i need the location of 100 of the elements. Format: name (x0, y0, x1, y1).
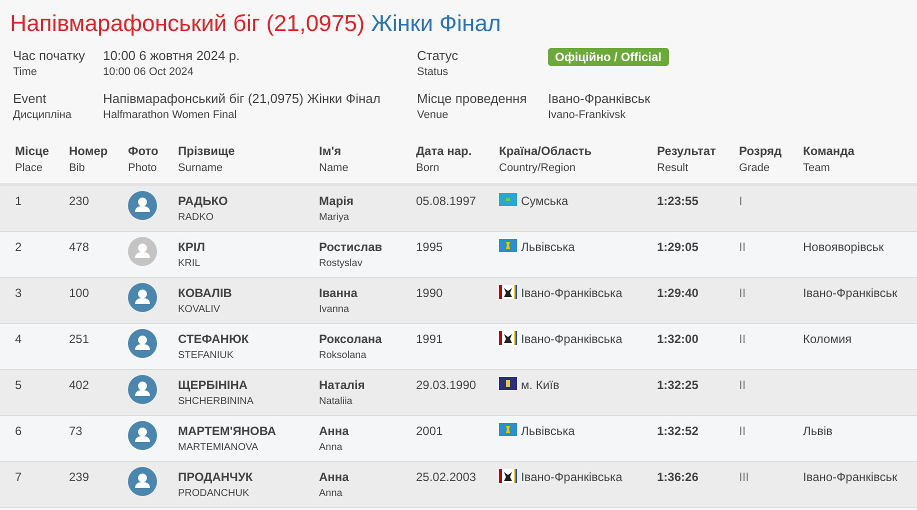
bib-cell: 100 (69, 286, 90, 300)
column-header-en: Country/Region (499, 161, 576, 176)
surname-en-cell-text: MARTEMIANOVA (178, 441, 260, 455)
place-cell: 3 (15, 286, 22, 300)
info-label-en: Time (13, 65, 38, 80)
born-cell: 25.02.2003 (416, 470, 476, 484)
column-header: Дата нар. (416, 143, 473, 159)
place-cell: 4 (15, 332, 22, 346)
result-cell: 1:32:52 (657, 424, 698, 438)
flag-icon (499, 331, 517, 345)
born-cell: 1995 (416, 240, 443, 254)
grade-cell: II (739, 332, 746, 346)
bib-cell: 478 (69, 240, 90, 254)
name-en-cell-text: Roksolana (319, 349, 368, 363)
result-cell: 1:23:55 (657, 194, 698, 208)
place-cell: 6 (15, 424, 22, 438)
status-badge: Офіційно / Official (548, 48, 669, 66)
flag-icon (499, 285, 517, 299)
flag-icon (499, 239, 517, 252)
grade-cell: II (739, 378, 746, 392)
column-header: Ім'я (319, 143, 342, 159)
column-header-en: Grade (739, 161, 771, 176)
place-cell: 2 (15, 240, 22, 254)
team-cell: Новояворівськ (803, 240, 884, 254)
surname-en-cell-text: STEFANIUK (178, 349, 235, 363)
grade-cell: II (739, 424, 746, 438)
bib-cell: 402 (69, 378, 90, 392)
place-cell: 5 (15, 378, 22, 392)
name-en-cell-text: Nataliia (319, 395, 354, 409)
name-en-cell-text: Mariya (319, 211, 350, 225)
surname-cell-text: РАДЬКО (178, 193, 229, 209)
region-cell: Івано-Франківська (521, 331, 622, 347)
surname-cell-text: ПРОДАНЧУК (178, 469, 254, 485)
born-cell: 1990 (416, 286, 443, 300)
surname-en-cell-text: PRODANCHUK (178, 487, 250, 501)
column-header: Фото (128, 143, 160, 159)
result-cell: 1:29:40 (657, 286, 698, 300)
name-cell-text: Наталія (319, 377, 366, 393)
name-en-cell-text: Ivanna (319, 303, 350, 317)
surname-en-cell-text: SHCHERBININA (178, 395, 255, 409)
info-value: Напівмарафонський біг (21,0975) Жінки Фінал (103, 91, 382, 107)
column-header: Команда (803, 143, 856, 159)
surname-en-cell-text: KOVALIV (178, 303, 222, 317)
grade-cell: I (739, 194, 742, 208)
bib-cell: 239 (69, 470, 90, 484)
info-label: Час початку (13, 48, 86, 64)
info-value-en: 10:00 06 Oct 2024 (103, 65, 195, 80)
name-cell-text: Анна (319, 423, 350, 439)
column-header-en: Photo (128, 161, 158, 176)
column-header: Місце (15, 143, 50, 159)
surname-cell-text: СТЕФАНЮК (178, 331, 250, 347)
region-cell: Івано-Франківська (521, 285, 622, 301)
result-cell: 1:36:26 (657, 470, 698, 484)
result-cell: 1:32:00 (657, 332, 698, 346)
name-cell-text: Іванна (319, 285, 358, 301)
column-header: Результат (657, 143, 717, 159)
name-cell-text: Роксолана (319, 331, 383, 347)
column-header: Номер (69, 143, 109, 159)
born-cell: 29.03.1990 (416, 378, 476, 392)
page-subtitle: Жінки Фінал (371, 10, 501, 36)
surname-cell-text: МАРТЕМ'ЯНОВА (178, 423, 278, 439)
name-cell-text: Ростислав (319, 239, 384, 255)
name-en-cell-text: Anna (319, 487, 344, 501)
column-header-en: Team (803, 161, 831, 176)
region-cell: Сумська (521, 193, 568, 209)
info-value-en: Halfmarathon Women Final (103, 108, 238, 123)
info-label-en: Дисципліна (13, 108, 73, 123)
name-cell-text: Марія (319, 193, 354, 209)
team-cell: Коломия (803, 332, 852, 346)
info-value-en: Ivano-Frankivsk (548, 108, 627, 123)
born-cell: 1991 (416, 332, 443, 346)
page-title: Напівмарафонський біг (21,0975) (10, 10, 365, 36)
info-value: Івано-Франківськ (548, 91, 652, 107)
info-label-en: Venue (417, 108, 450, 123)
team-cell: Львів (803, 424, 833, 438)
column-header: Розряд (739, 143, 783, 159)
column-header-en: Surname (178, 161, 224, 176)
info-label-en: Status (417, 65, 450, 80)
name-cell-text: Анна (319, 469, 350, 485)
column-header-en: Born (416, 161, 440, 176)
team-cell: Івано-Франківськ (803, 470, 898, 484)
info-value: 10:00 6 жовтня 2024 р. (103, 48, 241, 64)
flag-icon (499, 377, 517, 390)
surname-cell-text: КОВАЛІВ (178, 285, 233, 301)
born-cell: 2001 (416, 424, 443, 438)
region-cell: м. Київ (521, 377, 560, 393)
grade-cell: II (739, 286, 746, 300)
born-cell: 05.08.1997 (416, 194, 476, 208)
column-header-en: Bib (69, 161, 86, 176)
region-cell: Івано-Франківська (521, 469, 622, 485)
place-cell: 1 (15, 194, 22, 208)
result-cell: 1:32:25 (657, 378, 698, 392)
info-label: Місце проведення (417, 91, 528, 107)
column-header: Прізвище (178, 143, 236, 159)
info-label: Статус (417, 48, 460, 64)
place-cell: 7 (15, 470, 22, 484)
grade-cell: II (739, 240, 746, 254)
grade-cell: III (739, 470, 750, 484)
info-label: Event (13, 91, 48, 107)
result-cell: 1:29:05 (657, 240, 698, 254)
